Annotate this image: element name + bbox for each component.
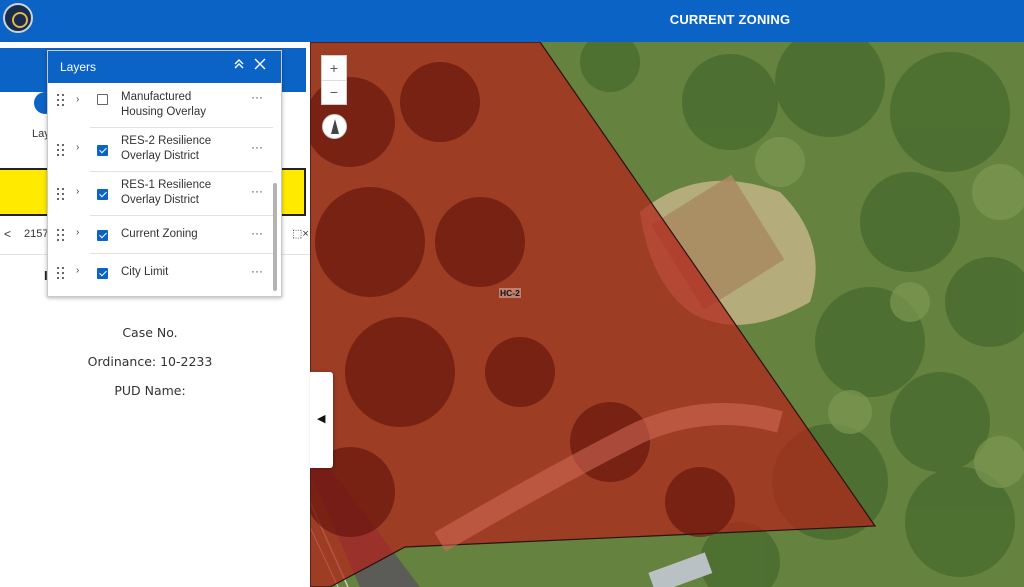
more-options-icon[interactable]: ··· (251, 264, 263, 278)
layer-name: RES-2 Resilience Overlay District (121, 135, 212, 162)
layers-panel: Layers › Manufactured Housing Overlay ··… (47, 50, 282, 297)
layer-name: Manufactured Housing Overlay (121, 91, 207, 118)
more-options-icon[interactable]: ··· (251, 226, 263, 240)
drag-handle-icon[interactable] (57, 267, 65, 279)
aerial-imagery (310, 42, 1024, 587)
layer-visibility-checkbox[interactable] (97, 230, 108, 241)
case-number-text: Case No. (122, 325, 178, 340)
drag-handle-icon[interactable] (57, 94, 65, 106)
clear-selection-icon[interactable]: ⬚× (292, 227, 309, 240)
collapse-panel-button[interactable]: ◀ (310, 372, 333, 468)
feature-counter: 2157 (24, 228, 49, 240)
chevron-right-icon[interactable]: › (76, 94, 79, 105)
layer-item-res2[interactable]: › RES-2 Resilience Overlay District ··· (48, 128, 281, 172)
app-header: CURRENT ZONING (0, 0, 1024, 42)
layer-visibility-checkbox[interactable] (97, 145, 108, 156)
layer-name: City Limit (121, 266, 169, 278)
layers-panel-title: Layers (60, 60, 97, 74)
layer-visibility-checkbox[interactable] (97, 94, 108, 105)
app-title: CURRENT ZONING (669, 12, 791, 27)
layer-visibility-checkbox[interactable] (97, 268, 108, 279)
chevron-right-icon[interactable]: › (76, 265, 79, 276)
layer-item-res1[interactable]: › RES-1 Resilience Overlay District ··· (48, 172, 281, 216)
more-options-icon[interactable]: ··· (251, 184, 263, 198)
drag-handle-icon[interactable] (57, 229, 65, 241)
city-seal-logo (3, 3, 33, 33)
layer-item-city-limit[interactable]: › City Limit ··· (48, 254, 281, 292)
layer-item-current-zoning[interactable]: › Current Zoning ··· (48, 216, 281, 254)
chevron-left-icon: ◀ (317, 413, 326, 425)
zoom-in-button[interactable]: + (322, 56, 346, 81)
chevron-right-icon[interactable]: › (76, 186, 79, 197)
close-icon[interactable] (254, 58, 266, 73)
chevron-right-icon[interactable]: › (76, 227, 79, 238)
chevron-double-up-icon[interactable] (233, 58, 245, 73)
layer-item-manufactured-housing[interactable]: › Manufactured Housing Overlay ··· (48, 84, 281, 128)
layers-scrollbar[interactable] (273, 183, 277, 291)
ordinance-text: Ordinance: 10-2233 (87, 354, 213, 369)
compass-icon[interactable] (322, 114, 347, 139)
layer-visibility-checkbox[interactable] (97, 189, 108, 200)
layers-panel-header: Layers (48, 51, 281, 83)
zone-label: HC-2 (499, 288, 521, 298)
map-view[interactable] (310, 42, 1024, 587)
layer-name: RES-1 Resilience Overlay District (121, 179, 212, 206)
previous-feature-button[interactable]: < (4, 227, 11, 241)
more-options-icon[interactable]: ··· (251, 140, 263, 154)
drag-handle-icon[interactable] (57, 188, 65, 200)
zoom-control: + − (321, 55, 347, 105)
chevron-right-icon[interactable]: › (76, 142, 79, 153)
pud-name-text: PUD Name: (114, 383, 186, 398)
more-options-icon[interactable]: ··· (251, 90, 263, 104)
layer-name: Current Zoning (121, 228, 198, 240)
drag-handle-icon[interactable] (57, 144, 65, 156)
zoom-out-button[interactable]: − (322, 80, 346, 104)
